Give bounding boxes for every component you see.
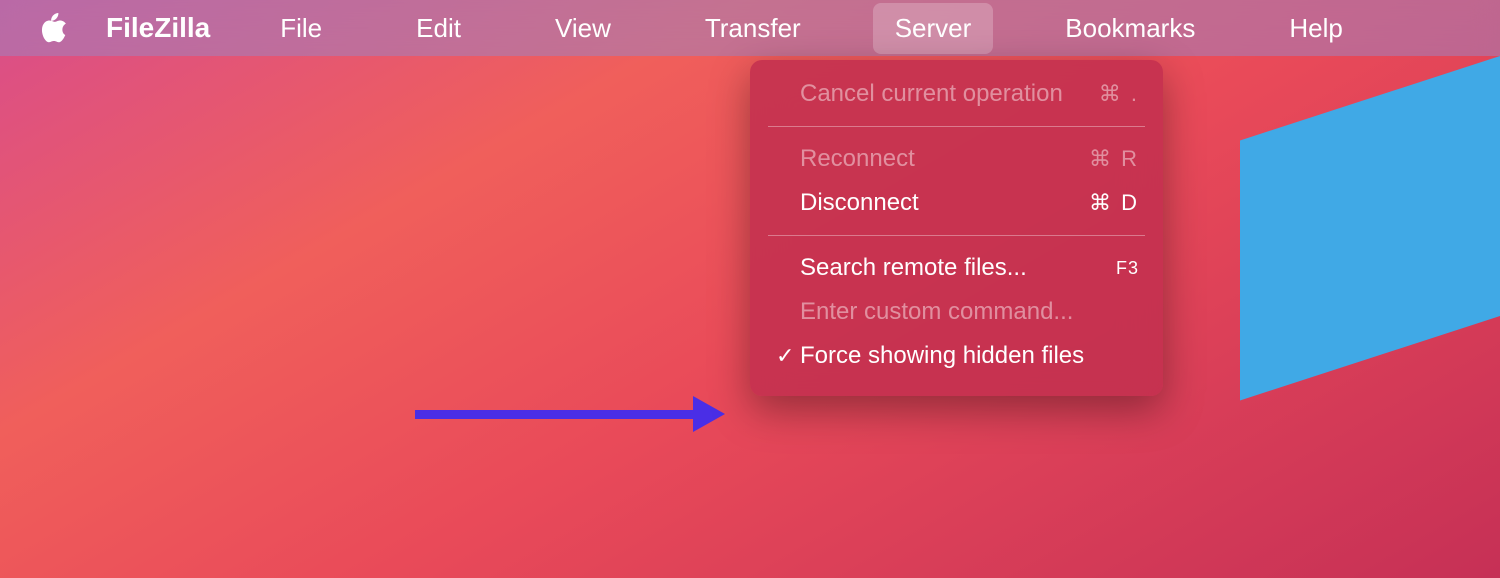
menu-item-shortcut: F3 bbox=[1116, 258, 1139, 279]
menu-item-shortcut: ⌘ D bbox=[1089, 190, 1139, 216]
macos-menubar: FileZilla File Edit View Transfer Server… bbox=[0, 0, 1500, 56]
desktop-background: FileZilla File Edit View Transfer Server… bbox=[0, 0, 1500, 578]
arrow-line bbox=[415, 410, 695, 419]
menubar-item-server[interactable]: Server bbox=[873, 3, 994, 54]
menubar-item-help[interactable]: Help bbox=[1267, 3, 1364, 54]
menubar-item-bookmarks[interactable]: Bookmarks bbox=[1043, 3, 1217, 54]
menubar-item-transfer[interactable]: Transfer bbox=[683, 3, 823, 54]
menu-item-shortcut: ⌘ . bbox=[1099, 81, 1139, 107]
menu-item-reconnect: Reconnect ⌘ R bbox=[750, 137, 1163, 181]
menu-item-label: Enter custom command... bbox=[800, 298, 1129, 326]
menu-item-force-hidden-files[interactable]: ✓ Force showing hidden files bbox=[750, 334, 1163, 378]
arrow-head-icon bbox=[693, 396, 725, 432]
menu-item-label: Cancel current operation bbox=[800, 80, 1089, 108]
menu-item-label: Disconnect bbox=[800, 189, 1079, 217]
menu-item-label: Reconnect bbox=[800, 145, 1079, 173]
menu-item-shortcut: ⌘ R bbox=[1089, 146, 1139, 172]
menubar-app-name[interactable]: FileZilla bbox=[106, 12, 210, 44]
wallpaper-shape bbox=[1240, 56, 1500, 400]
menu-item-label: Force showing hidden files bbox=[800, 342, 1129, 370]
menubar-item-file[interactable]: File bbox=[258, 3, 344, 54]
menu-item-custom-command: Enter custom command... bbox=[750, 290, 1163, 334]
menubar-item-view[interactable]: View bbox=[533, 3, 633, 54]
menu-item-search-remote[interactable]: Search remote files... F3 bbox=[750, 246, 1163, 290]
server-menu-dropdown: Cancel current operation ⌘ . Reconnect ⌘… bbox=[750, 60, 1163, 396]
annotation-arrow bbox=[415, 396, 725, 432]
checkmark-icon: ✓ bbox=[776, 343, 800, 369]
menu-separator bbox=[768, 126, 1145, 127]
menu-item-disconnect[interactable]: Disconnect ⌘ D bbox=[750, 181, 1163, 225]
apple-logo-icon[interactable] bbox=[40, 13, 66, 43]
menubar-item-edit[interactable]: Edit bbox=[394, 3, 483, 54]
menu-item-cancel-operation: Cancel current operation ⌘ . bbox=[750, 72, 1163, 116]
menu-separator bbox=[768, 235, 1145, 236]
menu-item-label: Search remote files... bbox=[800, 254, 1106, 282]
